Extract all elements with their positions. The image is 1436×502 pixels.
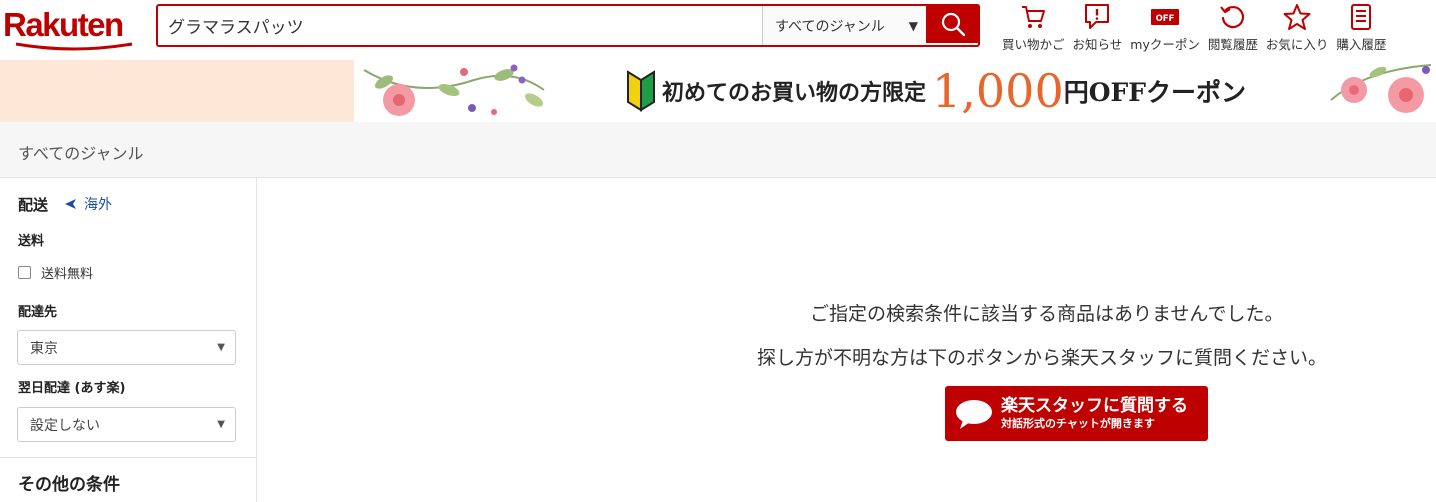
- chevron-down-icon: ▼: [908, 18, 918, 33]
- filter-sidebar: 配送 海外 送料 送料無料 配達先 東京 ▼ 翌日配達 (あす楽) 設定しない …: [0, 178, 257, 502]
- nav-notifications-label: お知らせ: [1072, 37, 1123, 52]
- shipping-fee-heading: 送料: [18, 234, 45, 249]
- chevron-down-icon: ▼: [217, 342, 225, 353]
- history-icon: [1220, 5, 1244, 29]
- chat-button-sub-label: 対話形式のチャットが開きます: [1001, 416, 1155, 430]
- genre-select-value: すべてのジャンル: [775, 18, 885, 35]
- receipt-icon: [1351, 4, 1372, 30]
- nav-purchase-history-label: 購入履歴: [1336, 37, 1387, 52]
- banner-lead-text: 初めてのお買い物の方限定: [662, 80, 927, 106]
- nav-cart[interactable]: 買い物かご: [998, 2, 1069, 53]
- other-conditions-heading: その他の条件: [18, 475, 120, 495]
- search-button[interactable]: [926, 4, 980, 43]
- sidebar-divider: [0, 457, 256, 458]
- nav-history[interactable]: 閲覧履歴: [1204, 2, 1262, 53]
- overseas-link-label: 海外: [84, 197, 112, 213]
- banner-text: 初めてのお買い物の方限定 1,000 円OFFクーポン: [626, 68, 1246, 114]
- breadcrumb-bar: すべてのジャンル: [0, 122, 1436, 178]
- nav-history-label: 閲覧履歴: [1207, 37, 1258, 52]
- chat-button-text: 楽天スタッフに質問する 対話形式のチャットが開きます: [1001, 396, 1188, 432]
- banner-tail-text: 円OFFクーポン: [1063, 78, 1246, 107]
- chevron-down-icon: ▼: [217, 419, 225, 430]
- chat-button-main-label: 楽天スタッフに質問する: [1001, 395, 1188, 416]
- search-input[interactable]: [158, 6, 762, 45]
- beginner-mark-icon: [627, 70, 655, 112]
- search-icon: [941, 12, 966, 36]
- cart-icon: [1022, 6, 1046, 28]
- star-icon: [1283, 4, 1311, 30]
- airplane-icon: [65, 199, 76, 209]
- nav-cart-label: 買い物かご: [1002, 37, 1065, 52]
- rakuten-logo[interactable]: Rakuten: [3, 6, 124, 44]
- nav-purchase-history[interactable]: 購入履歴: [1332, 2, 1390, 53]
- svg-text:OFF: OFF: [1156, 14, 1175, 24]
- nav-coupon-label: myクーポン: [1130, 37, 1200, 52]
- coupon-icon: OFF: [1151, 9, 1180, 25]
- notification-icon: [1085, 4, 1110, 29]
- ask-staff-chat-button[interactable]: 楽天スタッフに質問する 対話形式のチャットが開きます: [945, 386, 1208, 441]
- search-bar: すべてのジャンル ▼: [156, 4, 980, 47]
- free-shipping-filter[interactable]: 送料無料: [18, 263, 93, 282]
- free-shipping-checkbox[interactable]: [18, 266, 31, 279]
- destination-select[interactable]: 東京 ▼: [17, 330, 236, 365]
- flower-decoration-right: [1330, 64, 1432, 113]
- logo-underline: [15, 42, 133, 51]
- next-day-heading: 翌日配達 (あす楽): [18, 381, 126, 396]
- free-shipping-label: 送料無料: [41, 267, 94, 282]
- nav-notifications[interactable]: お知らせ: [1069, 2, 1127, 53]
- shipping-heading: 配送: [18, 196, 49, 214]
- destination-heading: 配達先: [18, 305, 58, 320]
- nav-favorites[interactable]: お気に入り: [1262, 2, 1333, 53]
- help-message: 探し方が不明な方は下のボタンから楽天スタッフに質問ください。: [757, 347, 1328, 369]
- destination-select-value: 東京: [30, 340, 58, 357]
- coupon-banner[interactable]: 初めてのお買い物の方限定 1,000 円OFFクーポン: [354, 60, 1436, 122]
- overseas-link[interactable]: 海外: [64, 194, 112, 214]
- next-day-select-value: 設定しない: [30, 417, 100, 434]
- header: Rakuten すべてのジャンル ▼ 買い物かご: [0, 0, 1436, 60]
- no-results-message: ご指定の検索条件に該当する商品はありませんでした。: [810, 303, 1284, 325]
- banner-amount: 1,000: [932, 64, 1064, 118]
- next-day-select[interactable]: 設定しない ▼: [17, 407, 236, 442]
- speech-bubble-icon: [956, 399, 992, 429]
- nav-coupon[interactable]: OFF myクーポン: [1126, 2, 1204, 53]
- flower-decoration-left: [363, 64, 545, 116]
- header-nav: 買い物かご お知らせ OFF myクーポン 閲覧履歴 お気に入り 購入履歴: [998, 2, 1390, 53]
- nav-favorites-label: お気に入り: [1265, 37, 1329, 52]
- genre-select[interactable]: すべてのジャンル ▼: [762, 6, 926, 45]
- breadcrumb[interactable]: すべてのジャンル: [18, 140, 143, 164]
